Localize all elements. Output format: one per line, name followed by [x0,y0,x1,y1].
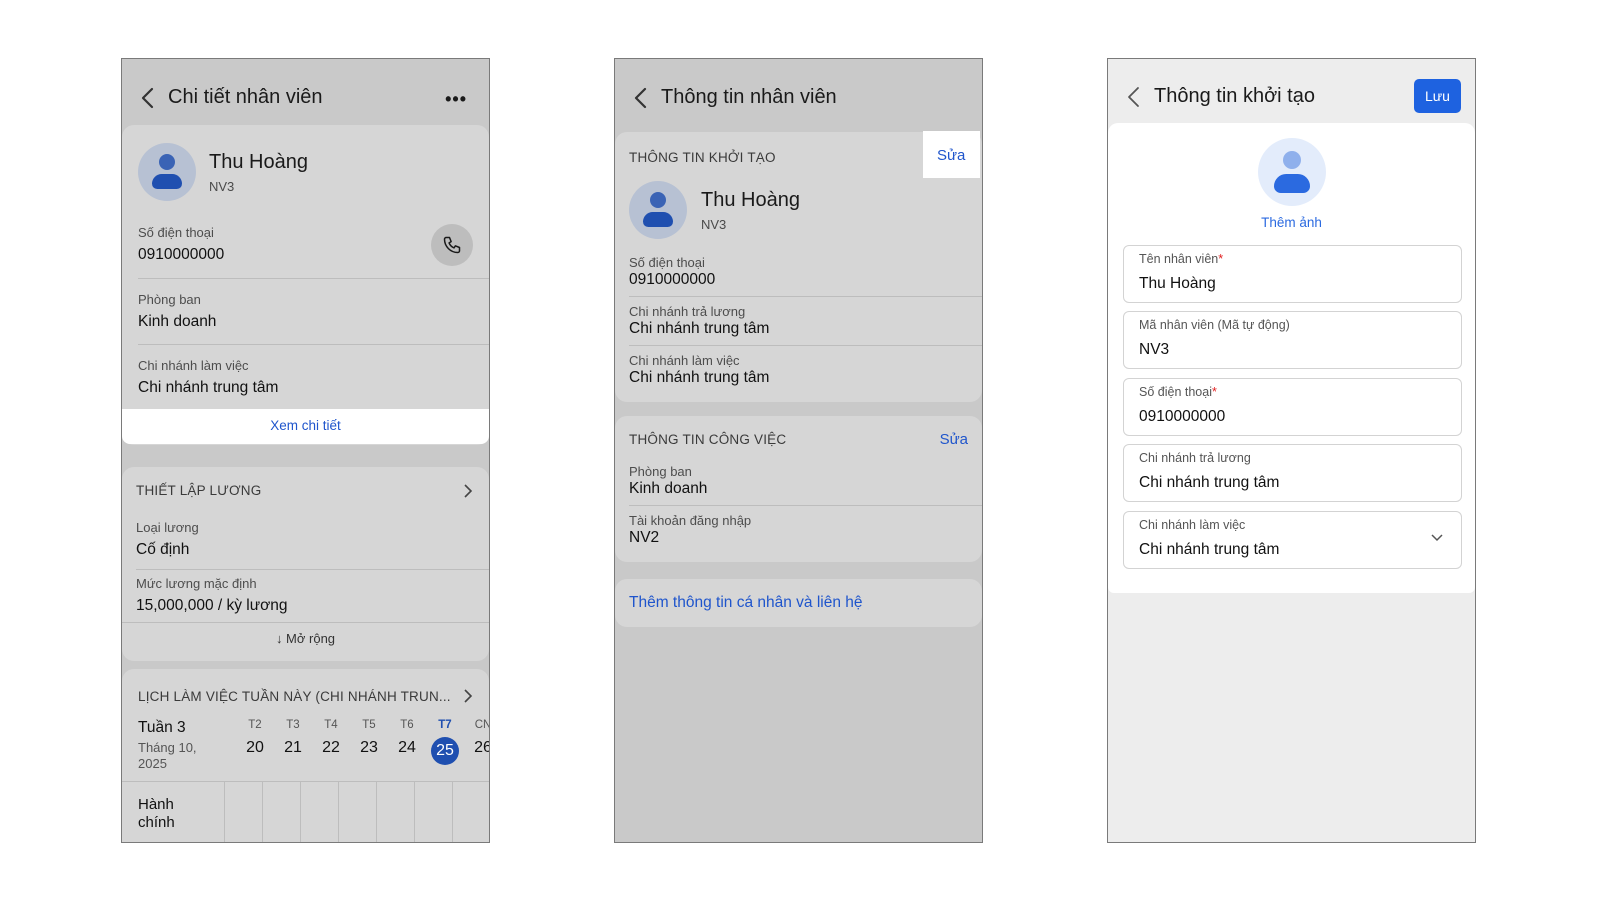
day-column[interactable]: T2 20 [236,719,274,757]
phone-value: 0910000000 [138,246,225,263]
shift-name: Hành chính [138,796,175,831]
expand-button[interactable]: ↓ Mở rộng [122,631,489,646]
back-arrow-icon[interactable] [140,87,156,109]
avatar-upload[interactable] [1258,138,1326,206]
employee-info-screen: Thông tin nhân viên THÔNG TIN KHỞI TẠO T… [614,58,983,843]
add-photo-link[interactable]: Thêm ảnh [1108,215,1475,230]
salary-type-label: Loại lương [136,520,199,535]
pay-branch-input[interactable]: Chi nhánh trung tâm [1139,474,1279,492]
salary-default-value: 15,000,000 / kỳ lương [136,597,288,614]
divider [122,622,489,623]
edit-work-button[interactable]: Sửa [940,431,968,448]
profile-card: Thu Hoàng NV3 Số điện thoại 0910000000 P… [122,125,489,445]
employee-code-input[interactable]: NV3 [1139,341,1169,359]
pay-branch-value: Chi nhánh trung tâm [629,320,770,337]
chevron-right-icon[interactable] [463,484,473,498]
pay-branch-field[interactable]: Chi nhánh trả lương Chi nhánh trung tâm [1123,444,1462,502]
employee-detail-screen: Chi tiết nhân viên ••• Thu Hoàng NV3 Số … [121,58,490,843]
back-arrow-icon[interactable] [633,87,649,109]
header: Thông tin khởi tạo Lưu [1108,59,1475,127]
work-branch-label: Chi nhánh làm việc [629,353,740,368]
add-info-link[interactable]: Thêm thông tin cá nhân và liên hệ [629,594,863,612]
phone-label: Số điện thoại [629,255,705,270]
week-year: 2025 [138,756,167,771]
edit-init-button[interactable]: Sửa [923,131,980,178]
init-info-edit-screen: Thông tin khởi tạo Lưu Thêm ảnh Tên nhân… [1107,58,1476,843]
salary-section-title: THIẾT LẬP LƯƠNG [136,483,262,498]
header: Chi tiết nhân viên ••• [122,59,489,127]
work-info-card: THÔNG TIN CÔNG VIỆC Sửa Phòng ban Kinh d… [615,416,982,562]
chevron-down-icon[interactable] [1431,534,1443,542]
branch-label: Chi nhánh làm việc [138,358,249,373]
edit-init-label[interactable]: Sửa [937,147,965,164]
phone-value: 0910000000 [629,271,716,288]
employee-name-input[interactable]: Thu Hoàng [1139,275,1216,293]
divider [629,345,982,346]
day-column[interactable]: T4 22 [312,719,350,757]
employee-code: NV3 [209,179,235,194]
employee-code: NV3 [701,217,727,232]
page-title: Thông tin khởi tạo [1154,85,1315,107]
avatar [138,143,196,201]
employee-name-field[interactable]: Tên nhân viên* Thu Hoàng [1123,245,1462,303]
account-label: Tài khoản đăng nhập [629,513,752,528]
day-column-today[interactable]: T7 25 [426,719,464,765]
department-value: Kinh doanh [138,313,217,330]
divider [138,344,489,345]
employee-code-field[interactable]: Mã nhân viên (Mã tự động) NV3 [1123,311,1462,369]
phone-icon [443,236,461,254]
view-detail-link[interactable]: Xem chi tiết [122,418,489,433]
work-branch-value: Chi nhánh trung tâm [1139,541,1280,558]
pay-branch-label: Chi nhánh trả lương [629,304,746,319]
salary-type-value: Cố định [136,541,190,558]
department-label: Phòng ban [138,292,201,307]
avatar [629,181,687,239]
department-label: Phòng ban [629,464,692,479]
divider [138,278,489,279]
chevron-right-icon[interactable] [463,689,473,703]
init-section-title: THÔNG TIN KHỞI TẠO [629,150,776,165]
shift-row: Hành chính [122,781,489,842]
view-detail-bar[interactable]: Xem chi tiết [122,409,489,444]
back-arrow-icon[interactable] [1126,86,1142,108]
save-button[interactable]: Lưu [1414,79,1461,113]
week-month: Tháng 10, [138,740,197,755]
add-info-card[interactable]: Thêm thông tin cá nhân và liên hệ [615,579,982,627]
phone-label: Số điện thoại [138,225,214,240]
employee-name: Thu Hoàng [701,189,800,211]
schedule-section-title: LỊCH LÀM VIỆC TUẦN NÀY (CHI NHÁNH TRUN..… [138,689,451,704]
page-title: Chi tiết nhân viên [168,86,323,108]
call-button[interactable] [431,224,473,266]
phone-input[interactable]: 0910000000 [1139,408,1225,426]
more-options-icon[interactable]: ••• [445,89,467,110]
init-form: Thêm ảnh Tên nhân viên* Thu Hoàng Mã nhâ… [1108,123,1475,593]
divider [136,569,489,570]
work-section-title: THÔNG TIN CÔNG VIỆC [629,432,787,447]
day-column[interactable]: T5 23 [350,719,388,757]
today-marker: 25 [431,737,459,765]
salary-card: THIẾT LẬP LƯƠNG Loại lương Cố định Mức l… [122,467,489,661]
week-label: Tuần 3 [138,719,186,736]
department-value: Kinh doanh [629,480,708,497]
day-column[interactable]: CN26 [464,719,489,757]
day-column[interactable]: T6 24 [388,719,426,757]
divider [629,296,982,297]
work-branch-value: Chi nhánh trung tâm [629,369,770,386]
work-branch-select[interactable]: Chi nhánh làm việc Chi nhánh trung tâm [1123,511,1462,569]
account-value: NV2 [629,529,660,546]
employee-name: Thu Hoàng [209,151,308,173]
page-title: Thông tin nhân viên [661,86,837,108]
salary-default-label: Mức lương mặc định [136,576,257,591]
divider [629,505,982,506]
header: Thông tin nhân viên [615,59,982,127]
branch-value: Chi nhánh trung tâm [138,379,279,396]
day-column[interactable]: T3 21 [274,719,312,757]
phone-field[interactable]: Số điện thoại* 0910000000 [1123,378,1462,436]
